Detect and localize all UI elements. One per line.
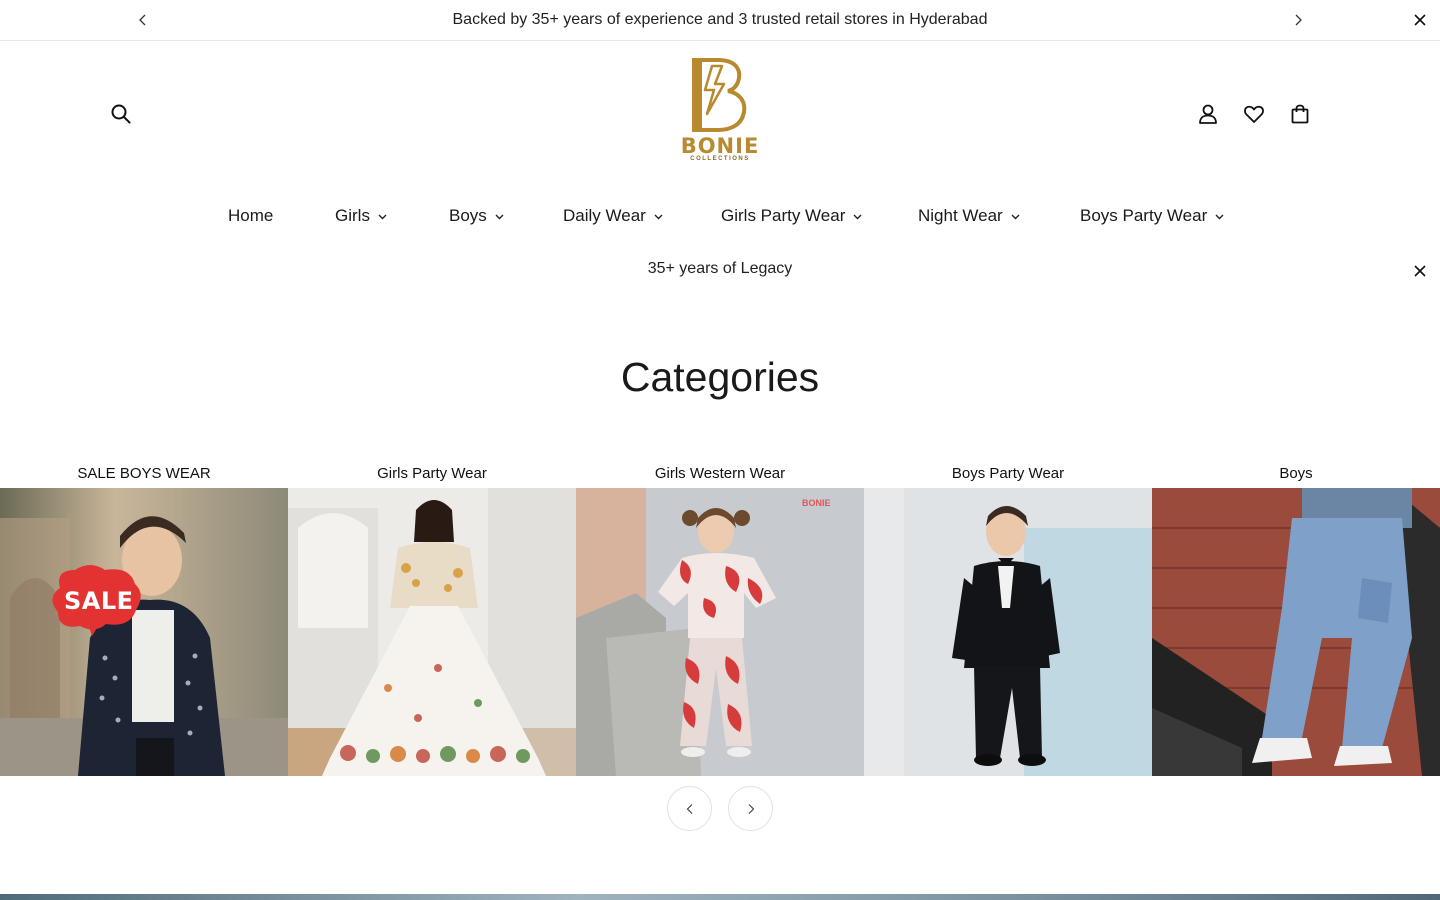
sale-badge: SALE: [64, 587, 134, 615]
announcement-next-button[interactable]: [1286, 8, 1310, 32]
category-card-sale-boys-wear[interactable]: SALE BOYS WEAR SALE: [0, 465, 288, 776]
announcement-text: Backed by 35+ years of experience and 3 …: [452, 11, 988, 28]
close-icon: [1414, 265, 1426, 277]
chevron-down-icon: [853, 214, 862, 220]
categories-prev-button[interactable]: [667, 786, 712, 831]
nav-item-label: Girls: [335, 206, 370, 225]
chevron-right-icon: [1295, 14, 1302, 26]
cart-button[interactable]: [1286, 100, 1314, 128]
chevron-down-icon: [495, 214, 504, 220]
brand-tagline: COLLECTIONS: [690, 156, 750, 162]
category-label: Boys: [1279, 465, 1313, 482]
category-image: [864, 488, 1152, 776]
category-label: SALE BOYS WEAR: [77, 465, 211, 482]
chevron-down-icon: [654, 214, 663, 220]
nav-item-label: Boys: [449, 206, 487, 225]
nav-item-label: Home: [228, 206, 274, 225]
legacy-banner-close-button[interactable]: [1408, 259, 1432, 283]
categories-next-button[interactable]: [728, 786, 773, 831]
nav-item-home[interactable]: Home: [228, 206, 273, 226]
wishlist-button[interactable]: [1240, 100, 1268, 128]
brand-watermark: BONIE: [802, 498, 831, 508]
nav-item-girls-party-wear[interactable]: Girls Party Wear: [721, 206, 862, 226]
category-label: Girls Party Wear: [377, 465, 487, 482]
account-button[interactable]: [1194, 100, 1222, 128]
category-card-boys[interactable]: Boys: [1152, 465, 1440, 776]
close-icon: [1414, 14, 1426, 26]
brand-logo[interactable]: BONIE COLLECTIONS: [672, 56, 768, 168]
chevron-down-icon: [1011, 214, 1020, 220]
search-button[interactable]: [107, 100, 135, 128]
announcement-bar: Backed by 35+ years of experience and 3 …: [0, 0, 1440, 41]
heart-icon: [1244, 105, 1264, 123]
category-card-girls-party-wear[interactable]: Girls Party Wear: [288, 465, 576, 776]
announcement-close-button[interactable]: [1408, 8, 1432, 32]
category-label: Boys Party Wear: [951, 465, 1065, 482]
nav-item-label: Girls Party Wear: [721, 206, 846, 225]
nav-item-label: Night Wear: [918, 206, 1003, 225]
nav-item-label: Daily Wear: [563, 206, 646, 225]
legacy-banner-text: 35+ years of Legacy: [647, 260, 793, 277]
nav-item-girls[interactable]: Girls: [335, 206, 387, 226]
brand-wordmark: BONIE: [680, 134, 760, 158]
user-icon: [1199, 104, 1217, 124]
category-label: Girls Western Wear: [654, 465, 786, 482]
category-image: [288, 488, 576, 776]
next-section-banner-edge: [0, 894, 1440, 900]
shopping-bag-icon: [1291, 104, 1309, 124]
categories-title: Categories: [620, 354, 820, 400]
category-card-girls-western-wear[interactable]: Girls Western Wear BONIE: [576, 465, 864, 776]
category-image: [1152, 488, 1440, 776]
chevron-left-icon: [686, 803, 692, 814]
main-nav: Home Girls Boys Daily Wear Girls Party W…: [0, 206, 1440, 232]
logo-mark: [692, 58, 747, 132]
nav-item-night-wear[interactable]: Night Wear: [918, 206, 1020, 226]
chevron-down-icon: [1215, 214, 1224, 220]
nav-item-label: Boys Party Wear: [1080, 206, 1208, 225]
chevron-right-icon: [748, 803, 754, 814]
nav-item-boys-party-wear[interactable]: Boys Party Wear: [1080, 206, 1224, 226]
category-image: SALE: [0, 488, 288, 776]
chevron-down-icon: [378, 214, 387, 220]
nav-item-daily-wear[interactable]: Daily Wear: [563, 206, 663, 226]
category-image: BONIE: [576, 488, 864, 776]
search-icon: [111, 104, 131, 124]
nav-item-boys[interactable]: Boys: [449, 206, 504, 226]
category-card-boys-party-wear[interactable]: Boys Party Wear: [864, 465, 1152, 776]
